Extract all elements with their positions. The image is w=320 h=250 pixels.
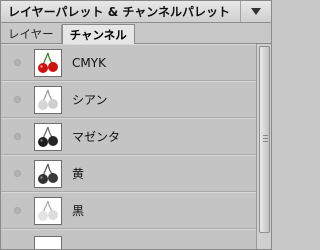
channel-name: 黄 (72, 167, 85, 181)
channel-row-cmyk[interactable]: CMYK (1, 44, 257, 81)
cherries-icon (38, 126, 58, 147)
channel-row-black[interactable]: 黒 (1, 192, 257, 229)
channel-thumbnail (34, 196, 62, 225)
panel-title: レイヤーパレット & チャンネルパレット (8, 5, 230, 19)
tab-bar: レイヤー チャンネル (1, 23, 271, 44)
panel-titlebar[interactable]: レイヤーパレット & チャンネルパレット (1, 1, 271, 23)
visibility-toggle[interactable] (14, 133, 21, 140)
scrollbar-thumb[interactable] (259, 46, 270, 233)
channel-name: 黒 (72, 204, 85, 218)
triangle-down-icon (251, 8, 261, 15)
channel-thumbnail (34, 122, 62, 151)
cherries-icon (38, 89, 58, 110)
channel-name: シアン (72, 93, 108, 107)
channel-name: マゼンタ (72, 130, 121, 144)
channel-thumbnail (34, 235, 62, 249)
channel-list: CMYK シアン マゼンタ 黄 黒 (1, 44, 257, 249)
channel-thumbnail (34, 48, 62, 77)
visibility-toggle[interactable] (14, 96, 21, 103)
cherries-icon (38, 52, 58, 73)
channel-row-yellow[interactable]: 黄 (1, 155, 257, 192)
channel-name: CMYK (72, 55, 106, 70)
channel-thumbnail (34, 85, 62, 114)
grip-line (263, 135, 268, 136)
grip-line (263, 141, 268, 142)
cherries-icon (38, 163, 58, 184)
visibility-toggle[interactable] (14, 207, 21, 214)
channel-row-cyan[interactable]: シアン (1, 81, 257, 118)
vertical-scrollbar[interactable] (256, 44, 271, 249)
tab-layers[interactable]: レイヤー (1, 25, 62, 43)
channel-row-partial (1, 229, 257, 249)
cherries-icon (38, 200, 58, 221)
tab-channels[interactable]: チャンネル (61, 24, 135, 44)
channel-thumbnail (34, 159, 62, 188)
visibility-toggle[interactable] (14, 59, 21, 66)
panel-menu-button[interactable] (240, 1, 271, 22)
channel-row-magenta[interactable]: マゼンタ (1, 118, 257, 155)
channel-palette-panel: レイヤーパレット & チャンネルパレット レイヤー チャンネル CMYK シアン… (0, 0, 272, 250)
grip-line (263, 138, 268, 139)
visibility-toggle[interactable] (14, 170, 21, 177)
